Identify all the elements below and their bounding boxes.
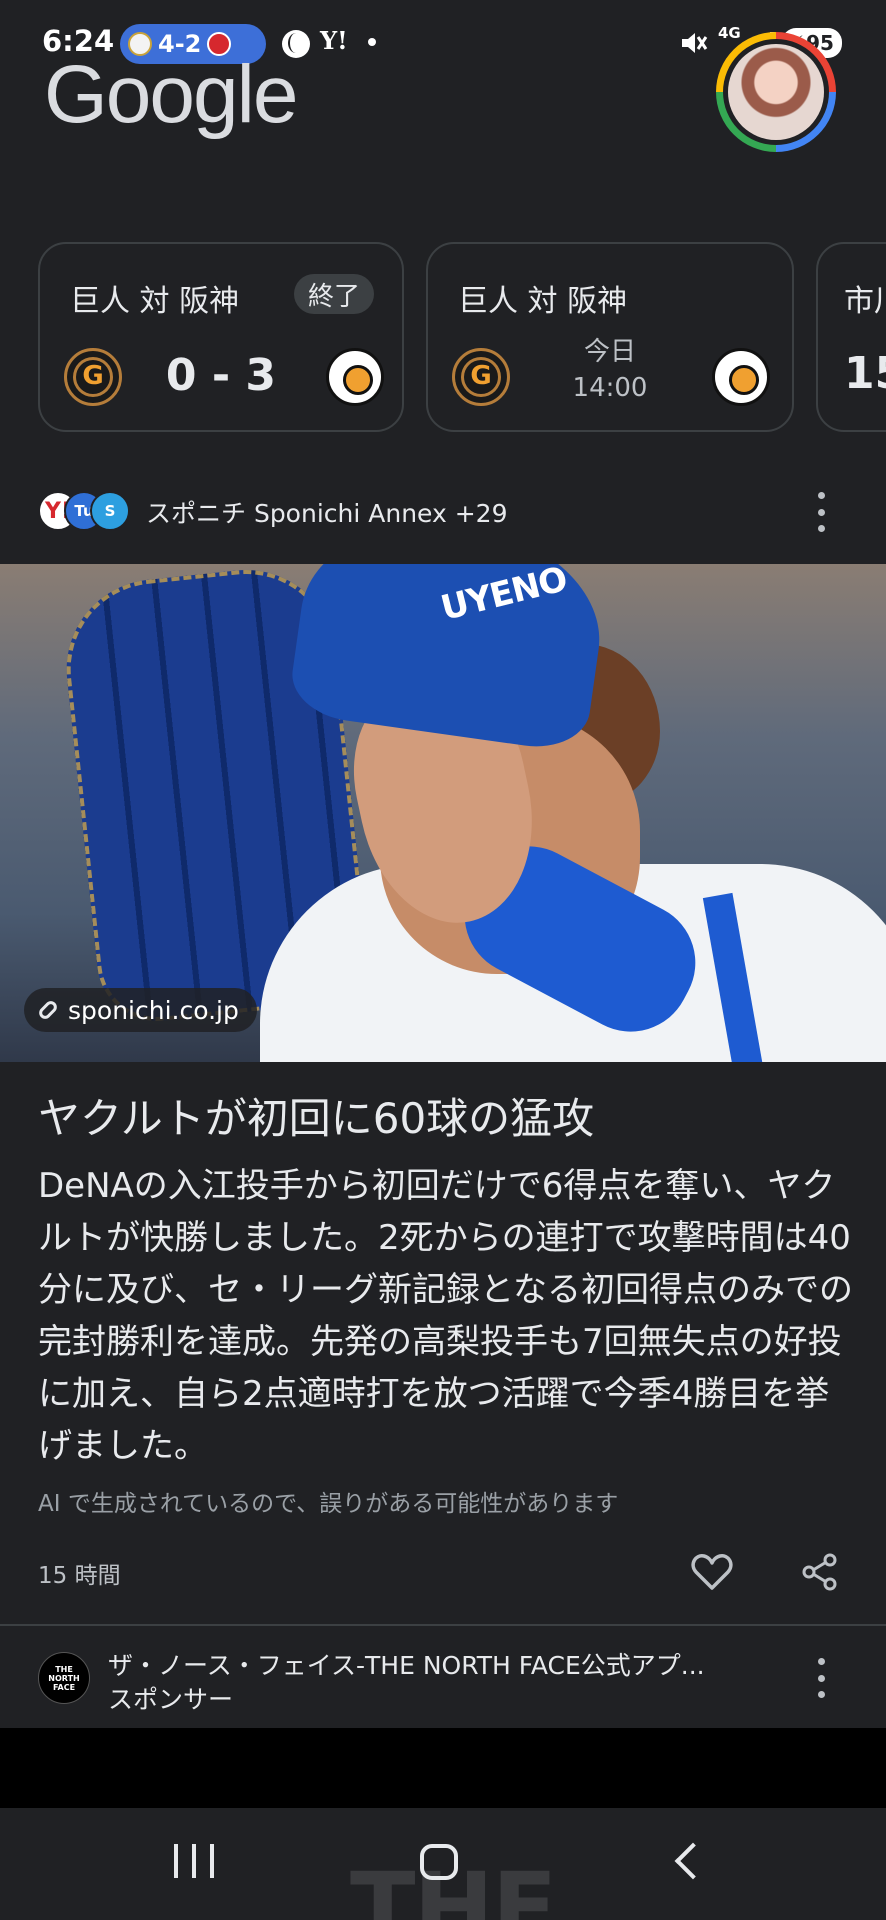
source-url-chip[interactable]: sponichi.co.jp	[24, 988, 257, 1032]
avatar-frame	[723, 39, 829, 145]
matchup-label: 巨人 対 阪神	[70, 284, 240, 319]
score-card-partial[interactable]: 市川 15	[816, 242, 886, 432]
sponichi-logo-icon: S	[90, 491, 130, 531]
ai-disclaimer: AI で生成されているので、誤りがある可能性があります	[38, 1491, 619, 1517]
mute-icon	[682, 33, 708, 53]
game-score: 15	[844, 348, 886, 399]
avatar	[728, 44, 824, 140]
account-avatar-button[interactable]	[716, 32, 836, 152]
source-logos: Y! Tu S	[38, 491, 130, 533]
nav-back-icon[interactable]	[674, 1842, 712, 1880]
nav-home-icon[interactable]	[420, 1844, 458, 1880]
article-title[interactable]: ヤクルトが初回に60球の猛攻	[38, 1090, 858, 1148]
network-type: 4G	[718, 24, 741, 42]
heart-icon[interactable]	[690, 1552, 734, 1592]
nav-recents-icon[interactable]	[174, 1844, 214, 1880]
sponsor-label: スポンサー	[108, 1685, 234, 1714]
north-face-logo: THE NORTH FACE	[38, 1652, 90, 1704]
matchup-label: 市川	[844, 284, 886, 319]
article-source-name: スポニチ Sponichi Annex +29	[146, 499, 508, 528]
feed-divider	[0, 1624, 886, 1626]
article-more-vert-icon[interactable]	[816, 492, 826, 532]
article-source-row[interactable]: Y! Tu S スポニチ Sponichi Annex +29	[38, 488, 508, 536]
score-card-final[interactable]: 巨人 対 阪神 終了 0 - 3	[38, 242, 404, 432]
game-status-badge: 終了	[293, 274, 374, 314]
sponsor-more-vert-icon[interactable]	[816, 1658, 826, 1698]
link-icon	[36, 998, 60, 1022]
share-icon[interactable]	[800, 1552, 840, 1592]
yahoo-icon: Y!	[320, 26, 348, 55]
tigers-logo-icon	[326, 348, 384, 406]
ad-banner-edge	[0, 1728, 886, 1808]
article-image[interactable]: UYENO sponichi.co.jp	[0, 564, 886, 1062]
source-url: sponichi.co.jp	[68, 995, 239, 1025]
matchup-label: 巨人 対 阪神	[458, 284, 628, 319]
sponsor-title[interactable]: ザ・ノース・フェイス-THE NORTH FACE公式アプ...	[108, 1646, 748, 1682]
article-summary: DeNAの入江投手から初回だけで6得点を奪い、ヤクルトが快勝しました。2死からの…	[38, 1166, 853, 1466]
article-age: 15 時間	[38, 1563, 121, 1589]
tigers-logo-icon	[712, 348, 770, 406]
system-nav-bar: THE	[0, 1808, 886, 1920]
screen: 6:24 4-2 Y! 4G ⚡ 95 Google 巨人 対 阪神	[0, 0, 886, 1920]
score-card-upcoming[interactable]: 巨人 対 阪神 今日 14:00	[426, 242, 794, 432]
notification-dot-icon	[368, 38, 376, 46]
google-logo: Google	[44, 49, 298, 140]
